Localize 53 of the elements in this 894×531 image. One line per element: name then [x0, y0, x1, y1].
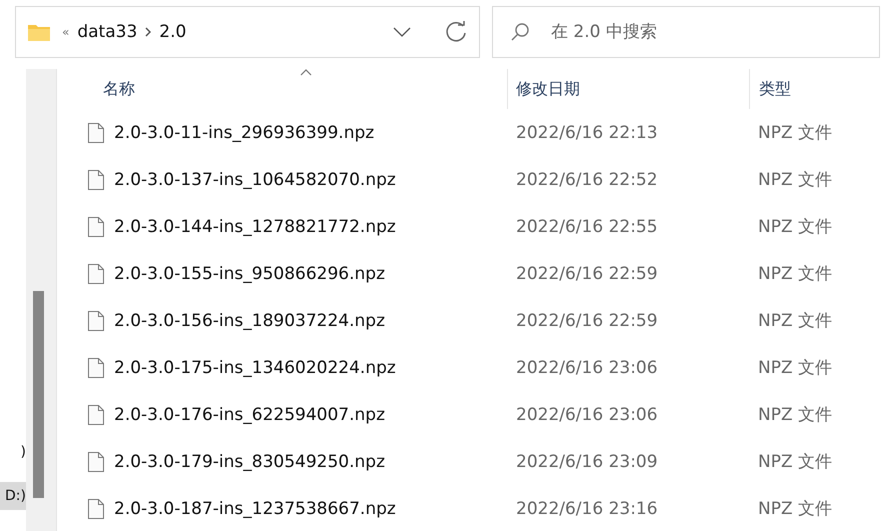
- file-name[interactable]: 2.0-3.0-179-ins_830549250.npz: [114, 452, 386, 472]
- modified-date: 2022/6/16 22:52: [515, 170, 659, 190]
- file-icon: [88, 264, 104, 284]
- dropdown-chevron-icon[interactable]: [393, 27, 411, 37]
- file-type: NPZ 文件: [757, 169, 834, 191]
- file-icon: [88, 452, 104, 472]
- file-name[interactable]: 2.0-3.0-137-ins_1064582070.npz: [114, 170, 396, 190]
- column-header[interactable]: 修改日期: [507, 69, 749, 109]
- sort-ascending-icon[interactable]: [300, 69, 312, 76]
- search-field[interactable]: 在 2.0 中搜索: [492, 6, 880, 58]
- file-name[interactable]: 2.0-3.0-155-ins_950866296.npz: [114, 264, 386, 284]
- refresh-icon[interactable]: [445, 21, 467, 43]
- file-icon: [88, 498, 104, 518]
- file-name[interactable]: 2.0-3.0-176-ins_622594007.npz: [114, 404, 386, 424]
- file-icon: [88, 310, 104, 330]
- file-name[interactable]: 2.0-3.0-156-ins_189037224.npz: [114, 310, 386, 330]
- sidebar-item[interactable]: D:): [0, 482, 26, 510]
- file-icon: [88, 122, 104, 142]
- modified-date: 2022/6/16 22:13: [515, 122, 659, 142]
- file-type: NPZ 文件: [757, 498, 834, 520]
- file-icon: [88, 170, 104, 190]
- modified-date: 2022/6/16 23:06: [515, 404, 659, 424]
- modified-date: 2022/6/16 22:59: [515, 264, 659, 284]
- file-icon: [88, 216, 104, 236]
- modified-date: 2022/6/16 22:59: [515, 310, 659, 330]
- modified-date: 2022/6/16 23:06: [515, 358, 659, 378]
- search-icon: [510, 22, 530, 42]
- file-type: NPZ 文件: [757, 263, 834, 285]
- address-bar[interactable]: « data33 2.0: [15, 6, 480, 58]
- modified-date: 2022/6/16 22:55: [515, 216, 659, 236]
- file-type: NPZ 文件: [757, 404, 834, 426]
- scrollbar-thumb[interactable]: [33, 291, 44, 498]
- folder-icon: [28, 23, 50, 41]
- column-header[interactable]: 名称: [57, 69, 507, 109]
- breadcrumb[interactable]: 2.0: [159, 22, 186, 42]
- file-name[interactable]: 2.0-3.0-144-ins_1278821772.npz: [114, 216, 396, 236]
- file-type: NPZ 文件: [757, 357, 834, 379]
- file-type: NPZ 文件: [757, 451, 834, 473]
- file-type: NPZ 文件: [757, 122, 834, 144]
- file-type: NPZ 文件: [757, 310, 834, 332]
- column-header[interactable]: 类型: [749, 69, 894, 109]
- file-name[interactable]: 2.0-3.0-175-ins_1346020224.npz: [114, 358, 396, 378]
- file-icon: [88, 404, 104, 424]
- file-name[interactable]: 2.0-3.0-11-ins_296936399.npz: [114, 122, 374, 142]
- breadcrumb[interactable]: data33: [77, 22, 138, 42]
- modified-date: 2022/6/16 23:09: [515, 452, 659, 472]
- sidebar-item[interactable]: ): [0, 438, 26, 466]
- chevron-right-icon: [145, 27, 152, 37]
- modified-date: 2022/6/16 23:16: [515, 498, 659, 518]
- file-icon: [88, 358, 104, 378]
- file-type: NPZ 文件: [757, 216, 834, 238]
- file-name[interactable]: 2.0-3.0-187-ins_1237538667.npz: [114, 498, 396, 518]
- overflow-chevron[interactable]: «: [62, 25, 70, 39]
